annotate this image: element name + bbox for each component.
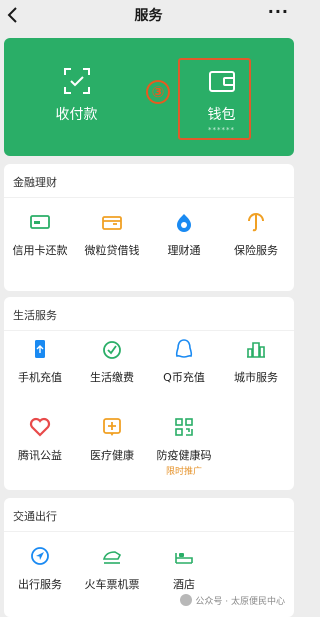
more-menu-button[interactable]: ··· [268,2,289,21]
life-services-section: 生活服务 手机充值 生活缴费 Q币充值 城市服务 腾讯公益 医疗健康 防疫健康码… [4,297,294,490]
watermark-text: 公众号 · 太原便民中心 [195,597,285,607]
finance-section: 金融理财 信用卡还款 微粒贷借钱 理财通 保险服务 [4,164,294,291]
watermark: 公众号 · 太原便民中心 [180,594,285,607]
credit-card-icon [30,215,50,229]
divider [4,531,294,532]
item-label: 防疫健康码 [156,449,212,462]
top-bar: 服务 ··· [0,0,297,32]
heart-icon [29,417,51,437]
collect-pay-button[interactable]: 收付款 [4,38,149,156]
section-title: 金融理财 [13,176,57,189]
scan-icon [63,68,90,94]
page-title: 服务 [134,8,163,24]
leaf-icon [103,341,121,359]
loan-icon [102,216,122,230]
insurance-icon [248,213,264,232]
item-label: 酒店 [173,578,195,591]
divider [4,330,294,331]
penguin-icon [175,339,193,358]
item-label: 城市服务 [234,371,278,384]
promo-badge: 限时推广 [165,467,202,477]
wealth-icon [177,214,191,232]
wallet-highlight-box [178,58,251,140]
city-icon [247,342,265,358]
train-icon [102,551,122,564]
qr-icon [175,418,193,436]
medical-icon [103,418,121,436]
collect-pay-label: 收付款 [55,107,98,123]
phone-icon [35,340,45,358]
section-title: 交通出行 [13,510,57,523]
navigation-icon [31,547,49,565]
divider [4,197,294,198]
section-title: 生活服务 [13,309,57,322]
item-label: 保险服务 [234,244,278,257]
step-annotation: ③ [146,80,170,104]
hotel-icon [175,553,193,564]
account-icon [180,594,193,606]
